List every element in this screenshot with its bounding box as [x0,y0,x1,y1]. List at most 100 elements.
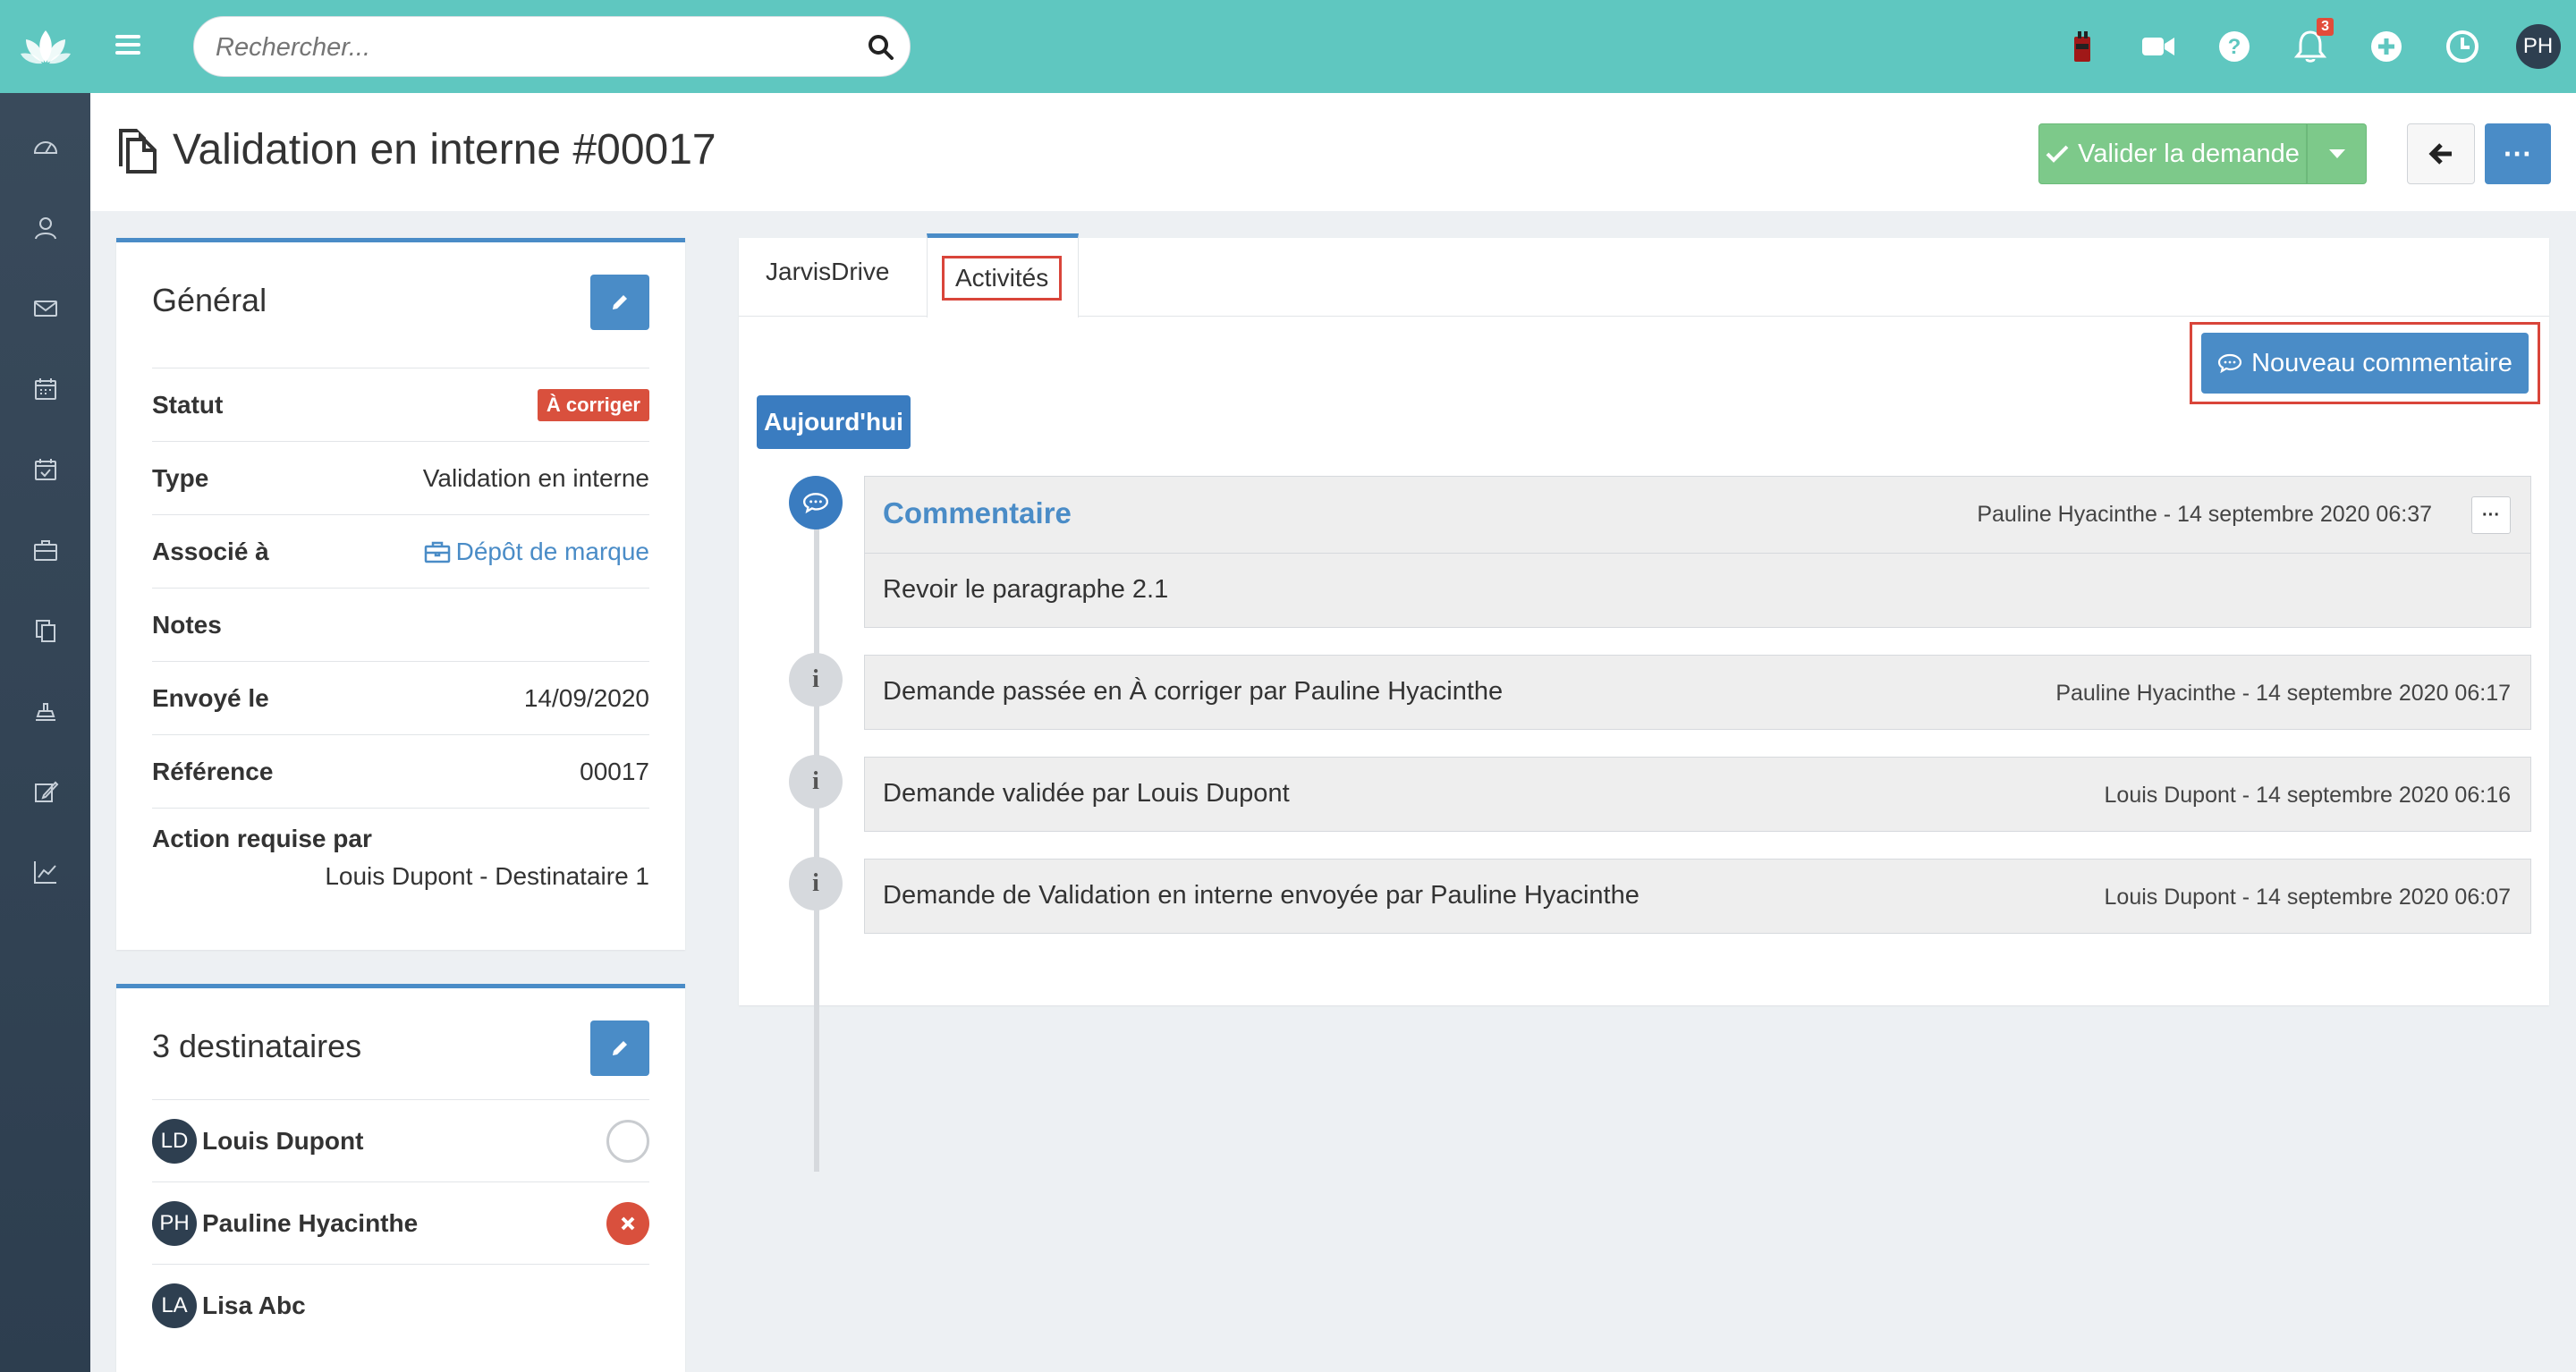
edit-recipients-button[interactable] [590,1021,649,1076]
mail-icon [33,301,57,317]
recipient-item[interactable]: PH Pauline Hyacinthe [152,1181,649,1264]
sidebar-item-stamps[interactable] [0,671,90,751]
event-meta: Louis Dupont - 14 septembre 2020 06:07 [2104,885,2511,910]
status-badge: À corriger [537,388,649,421]
avatar: LD [152,1118,197,1164]
add-icon [2370,31,2402,62]
row-status: Statut À corriger [152,368,649,441]
recipient-name: Pauline Hyacinthe [202,1208,419,1237]
documents-icon [119,128,157,174]
briefcase-icon [424,541,450,563]
validate-dropdown-button[interactable] [2307,123,2367,184]
associated-label: Associé à [152,537,269,565]
calendar-check-icon [34,459,56,480]
tab-activities[interactable]: Activités [942,256,1063,301]
tab-jarvisdrive[interactable]: JarvisDrive [766,258,889,286]
help-icon: ? [2218,31,2250,62]
back-button[interactable] [2407,123,2475,184]
notifications-button[interactable]: 3 [2272,0,2348,93]
recipient-name: Louis Dupont [202,1126,364,1155]
sent-label: Envoyé le [152,683,269,712]
rejected-status-icon [606,1202,649,1245]
activity-event: Demande passée en À corriger par Pauline… [864,655,2531,730]
comment-menu-button[interactable]: ··· [2471,496,2511,534]
video-button[interactable] [2120,0,2196,93]
event-meta: Pauline Hyacinthe - 14 septembre 2020 06… [2055,681,2511,706]
row-type: Type Validation en interne [152,441,649,514]
activity-event: Demande de Validation en interne envoyée… [864,859,2531,934]
page-title-text: Validation en interne #00017 [173,126,716,174]
sidebar-item-contacts[interactable] [0,188,90,268]
comment-icon [2218,353,2242,374]
sidebar-item-mail[interactable] [0,268,90,349]
sidebar-item-cases[interactable] [0,510,90,590]
row-reference: Référence 00017 [152,734,649,808]
general-panel: Général Statut À corriger Type Validatio… [116,238,685,950]
history-button[interactable] [2424,0,2500,93]
sidebar-item-tasks[interactable] [0,429,90,510]
extension-icon [2073,31,2090,62]
new-comment-button[interactable]: Nouveau commentaire [2201,333,2529,394]
action-required-label: Action requise par [152,824,372,852]
more-actions-button[interactable]: ··· [2485,123,2551,184]
search-box [193,16,911,77]
general-heading: Général [152,282,267,318]
status-label: Statut [152,390,224,419]
new-comment-highlight: Nouveau commentaire [2190,322,2540,404]
arrow-left-icon [2428,143,2452,165]
close-icon [621,1216,635,1231]
comment-text: Revoir le paragraphe 2.1 [883,575,1169,604]
row-associated: Associé à Dépôt de marque [152,514,649,588]
app-logo[interactable] [0,0,90,93]
top-bar: ? 3 PH [90,0,2576,93]
calendar-icon [34,378,56,400]
chart-icon [33,861,56,884]
menu-toggle-icon[interactable] [115,30,140,63]
dashboard-icon [33,141,57,154]
info-icon: i [789,857,843,910]
stamp-icon [35,703,55,721]
avatar: LA [152,1283,197,1328]
help-button[interactable]: ? [2196,0,2272,93]
event-text: Demande validée par Louis Dupont [883,779,1290,808]
event-meta: Louis Dupont - 14 septembre 2020 06:16 [2104,783,2511,808]
validate-label: Valider la demande [2078,139,2300,168]
sidebar-item-edit[interactable] [0,751,90,832]
check-icon [2046,145,2069,163]
extension-button[interactable] [2044,0,2120,93]
action-required-value: Louis Dupont - Destinataire 1 [325,861,649,890]
avatar: PH [2515,24,2561,69]
search-input[interactable] [216,30,842,65]
sidebar-item-calendar[interactable] [0,349,90,429]
sidebar [0,0,90,1372]
timeline-line [814,479,819,1172]
notes-label: Notes [152,610,222,639]
reference-label: Référence [152,757,274,785]
pending-status-icon [606,1120,649,1163]
associated-link[interactable]: Dépôt de marque [424,538,649,566]
event-text: Demande de Validation en interne envoyée… [883,881,1640,910]
add-button[interactable] [2348,0,2424,93]
comment-icon [802,493,829,514]
logo-icon [20,30,71,64]
sent-value: 14/09/2020 [523,683,649,712]
row-notes: Notes [152,588,649,661]
recipient-item[interactable]: LD Louis Dupont [152,1099,649,1181]
edit-general-button[interactable] [590,275,649,330]
today-label: Aujourd'hui [757,395,911,449]
sidebar-item-dashboard[interactable] [0,107,90,188]
row-action-required: Action requise par Louis Dupont - Destin… [152,808,649,906]
activity-panel: JarvisDrive Activités Nouveau commentair… [739,233,2549,1172]
comment-meta: Pauline Hyacinthe - 14 septembre 2020 06… [1977,502,2432,527]
user-menu[interactable]: PH [2500,0,2576,93]
validate-request-button[interactable]: Valider la demande [2038,123,2307,184]
clock-icon [2445,30,2479,63]
sidebar-item-stats[interactable] [0,832,90,912]
tab-bar: JarvisDrive Activités [739,233,2549,318]
search-icon[interactable] [865,31,897,64]
sidebar-item-documents[interactable] [0,590,90,671]
event-text: Demande passée en À corriger par Pauline… [883,677,1504,706]
caret-down-icon [2328,149,2345,158]
recipient-item[interactable]: LA Lisa Abc [152,1264,649,1346]
video-icon [2141,38,2174,55]
